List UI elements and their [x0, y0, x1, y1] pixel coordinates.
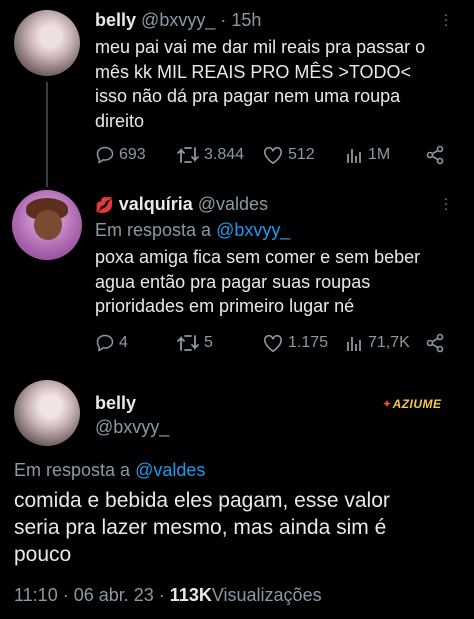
lips-emoji: 💋 — [95, 197, 114, 214]
user-handle[interactable]: @bxvyy_ — [95, 417, 169, 438]
avatar[interactable] — [14, 10, 80, 76]
views-total: 113K — [169, 585, 212, 605]
retweet-button[interactable]: 3.844 — [176, 145, 244, 165]
tweet-line: pouco — [14, 543, 72, 566]
avatar-face — [34, 210, 62, 240]
tweet-timestamp[interactable]: 11:10 · 06 abr. 23 · — [14, 585, 165, 605]
tweet-line: isso não dá pra pagar nem uma roupa — [95, 86, 401, 106]
thread-connector-line — [46, 82, 48, 187]
tweet-line: meu pai vai me dar mil reais pra passar … — [95, 37, 426, 57]
views-count: 1M — [368, 146, 391, 163]
reply-to-link[interactable]: @bxvyy_ — [216, 220, 290, 240]
reply-prefix: Em resposta a — [95, 220, 212, 240]
tweet-line: agua então pra pagar suas roupas — [95, 271, 371, 292]
tweet-meta: 11:10 · 06 abr. 23 · 113KVisualizações — [14, 585, 322, 606]
tweet-header: belly @bxvyy_ · 15h — [95, 10, 261, 31]
reply-icon — [96, 146, 114, 164]
retweet-icon — [177, 335, 199, 351]
like-button[interactable]: 1.175 — [262, 333, 328, 353]
tweet-line: prioridades em primeiro lugar né — [95, 296, 355, 316]
reply-count: 693 — [119, 146, 146, 163]
tweet-line: direito — [95, 110, 145, 131]
like-count: 512 — [288, 146, 315, 163]
display-name[interactable]: valquíria — [119, 194, 193, 214]
share-icon — [426, 333, 444, 353]
avatar[interactable] — [12, 190, 82, 260]
user-handle[interactable]: @valdes — [198, 194, 268, 214]
views-button[interactable]: 1M — [344, 145, 390, 165]
more-icon[interactable]: · · · — [443, 191, 449, 215]
user-handle[interactable]: @bxvyy_ — [141, 10, 215, 30]
watermark-text: AZIUME — [392, 397, 442, 411]
retweet-count: 5 — [204, 334, 213, 351]
views-icon — [347, 149, 361, 163]
separator: · — [220, 10, 227, 30]
like-count: 1.175 — [288, 334, 329, 351]
views-label: Visualizações — [211, 585, 322, 605]
more-icon[interactable]: · · · — [443, 7, 449, 31]
like-icon — [264, 146, 282, 165]
avatar[interactable] — [14, 380, 80, 446]
display-name[interactable]: belly — [95, 10, 136, 30]
views-icon — [347, 337, 361, 351]
views-button[interactable]: 71,7K — [344, 333, 410, 353]
share-button[interactable] — [425, 333, 449, 353]
tweet-line: mês kk MIL REAIS PRO MÊS >TODO< — [95, 61, 412, 82]
share-button[interactable] — [425, 145, 449, 165]
like-icon — [264, 334, 282, 353]
tweet-time[interactable]: 15h — [231, 10, 261, 30]
share-icon — [426, 145, 444, 165]
reply-to-link[interactable]: @valdes — [135, 460, 205, 480]
views-count: 71,7K — [368, 334, 410, 351]
tweet-thread: belly @bxvyy_ · 15h · · · meu pai vai me d… — [0, 0, 474, 619]
tweet-line: comida e bebida eles pagam, esse valor — [14, 489, 390, 512]
retweet-button[interactable]: 5 — [176, 333, 213, 353]
reply-count: 4 — [119, 334, 128, 351]
reply-context: Em resposta a @bxvyy_ — [95, 220, 290, 241]
tweet-header: belly @bxvyy_ — [95, 393, 169, 438]
retweet-count: 3.844 — [204, 146, 245, 163]
tweet-header: 💋 valquíria @valdes — [95, 194, 268, 215]
tweet-text: poxa amiga fica sem comer e sem beber ag… — [95, 245, 465, 319]
tweet-text: meu pai vai me dar mil reais pra passar … — [95, 35, 465, 133]
retweet-icon — [177, 147, 199, 163]
tweet-line: seria pra lazer mesmo, mas ainda sim é — [14, 516, 387, 539]
reply-button[interactable]: 4 — [95, 333, 128, 353]
tweet-line: poxa amiga fica sem comer e sem beber — [95, 247, 421, 267]
reply-icon — [96, 334, 114, 352]
reply-prefix: Em resposta a — [14, 460, 131, 480]
display-name[interactable]: belly — [95, 393, 169, 414]
reply-button[interactable]: 693 — [95, 145, 146, 165]
tweet-text: comida e bebida eles pagam, esse valor s… — [14, 487, 464, 568]
watermark-logo: ✦AZIUME — [382, 397, 442, 411]
reply-context: Em resposta a @valdes — [14, 460, 205, 481]
like-button[interactable]: 512 — [262, 145, 315, 165]
